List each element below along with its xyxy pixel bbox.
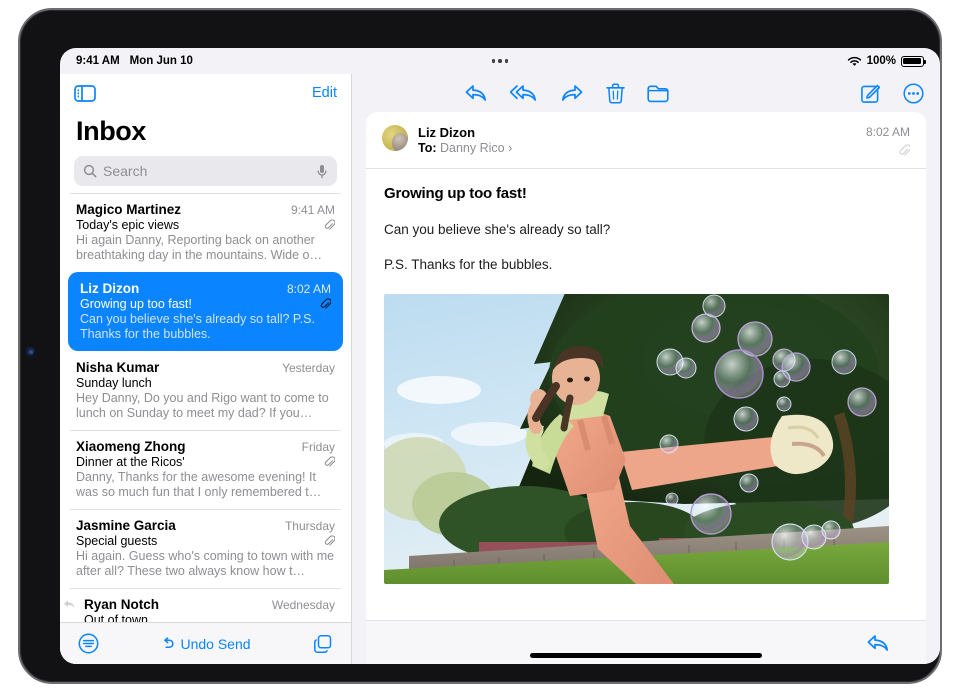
message-sender: Jasmine Garcia xyxy=(76,518,176,533)
multitasking-control[interactable] xyxy=(60,48,940,74)
attached-photo[interactable] xyxy=(384,294,889,584)
message-detail-pane: Liz Dizon To: Danny Rico › 8:02 AM Growi… xyxy=(352,74,940,664)
sidebar-top-bar: Edit xyxy=(60,74,351,112)
message-list-item[interactable]: Jasmine Garcia Thursday Special guests Hi a… xyxy=(70,509,341,588)
message-preview: Hi again. Guess who's coming to town wit… xyxy=(76,549,335,578)
message-date: Yesterday xyxy=(282,361,335,375)
mailbox-sidebar: Edit Inbox Search Magico Martinez 9:41 A… xyxy=(60,74,352,664)
message-preview: Hey Danny, Do you and Rigo want to come … xyxy=(76,391,329,420)
message-preview: Can you believe she's already so tall? P… xyxy=(80,312,315,341)
message-sender: Liz Dizon xyxy=(80,281,140,296)
paperclip-icon xyxy=(324,219,335,230)
message-subject: Sunday lunch xyxy=(76,376,152,390)
page-title: Inbox xyxy=(76,116,146,146)
message-list[interactable]: Magico Martinez 9:41 AM Today's epic views… xyxy=(60,193,351,622)
undo-send-label: Undo Send xyxy=(180,635,251,652)
avatar xyxy=(382,125,408,151)
undo-arrow-icon xyxy=(161,637,175,650)
message-date: Friday xyxy=(301,440,335,454)
sidebar-toggle-icon[interactable] xyxy=(74,84,96,102)
message-preview: Hi again Danny, Reporting back on anothe… xyxy=(76,233,322,262)
trash-icon[interactable] xyxy=(605,82,625,104)
message-date: 9:41 AM xyxy=(290,203,335,217)
search-icon xyxy=(83,164,97,178)
message-list-item[interactable]: Magico Martinez 9:41 AM Today's epic views… xyxy=(70,193,341,272)
folder-icon[interactable] xyxy=(647,84,669,103)
message-list-item[interactable]: Xiaomeng Zhong Friday Dinner at the Ricos'… xyxy=(70,430,341,509)
wifi-icon xyxy=(847,56,862,67)
message-subject: Growing up too fast! xyxy=(80,297,192,311)
message-time: 8:02 AM xyxy=(865,125,910,139)
microphone-icon[interactable] xyxy=(316,164,328,179)
message-body: Growing up too fast! Can you believe she… xyxy=(366,169,926,584)
edit-button[interactable]: Edit xyxy=(312,85,337,101)
battery-percent-label: 100% xyxy=(866,55,896,67)
chevron-right-icon: › xyxy=(508,141,513,155)
message-date: Wednesday xyxy=(271,598,335,612)
message-subject: Dinner at the Ricos' xyxy=(76,455,185,469)
message-paragraph: Can you believe she's already so tall? xyxy=(384,222,611,237)
new-window-icon[interactable] xyxy=(313,634,333,654)
replied-arrow-icon xyxy=(63,599,76,611)
message-header[interactable]: Liz Dizon To: Danny Rico › 8:02 AM xyxy=(366,112,926,169)
message-header-right: 8:02 AM xyxy=(866,125,910,157)
reply-icon[interactable] xyxy=(866,633,890,653)
search-container: Search xyxy=(60,147,351,193)
message-toolbar xyxy=(352,74,940,112)
message-sender: Nisha Kumar xyxy=(76,360,160,375)
message-sender: Xiaomeng Zhong xyxy=(76,439,186,454)
message-sender: Magico Martinez xyxy=(76,202,182,217)
message-preview: Danny, Thanks for the awesome evening! I… xyxy=(76,470,322,499)
paperclip-icon xyxy=(320,298,331,309)
sidebar-bottom-bar: Undo Send xyxy=(60,622,351,664)
recipient-name: Danny Rico xyxy=(440,141,505,155)
multitask-dots-icon[interactable] xyxy=(491,59,509,63)
toolbar-right-group xyxy=(860,82,924,104)
undo-send-button[interactable]: Undo Send xyxy=(161,635,251,652)
message-participants: Liz Dizon To: Danny Rico › xyxy=(418,125,856,155)
sender-name: Liz Dizon xyxy=(418,125,476,140)
reply-all-icon[interactable] xyxy=(509,83,538,103)
device-frame: 9:41 AM Mon Jun 10 100% Edit Inbox Searc… xyxy=(18,8,942,684)
home-indicator[interactable] xyxy=(352,653,940,658)
forward-icon[interactable] xyxy=(560,83,584,103)
status-bar: 9:41 AM Mon Jun 10 100% xyxy=(60,48,940,74)
paperclip-icon xyxy=(324,456,335,467)
search-input[interactable]: Search xyxy=(74,156,337,186)
message-card: Liz Dizon To: Danny Rico › 8:02 AM Growi… xyxy=(366,112,926,620)
search-placeholder: Search xyxy=(103,163,148,179)
message-subject: Today's epic views xyxy=(76,218,180,232)
message-subject: Out of town xyxy=(84,613,148,622)
message-date: Thursday xyxy=(284,519,335,533)
reply-icon[interactable] xyxy=(464,83,488,103)
message-list-item[interactable]: Ryan NotchWednesdayOut of townHowdy, nei… xyxy=(64,588,341,622)
message-actions-group xyxy=(464,82,669,104)
paperclip-icon xyxy=(866,144,910,157)
recipient-line[interactable]: To: Danny Rico › xyxy=(418,141,856,155)
compose-icon[interactable] xyxy=(860,83,881,104)
camera-indicator-dot xyxy=(26,347,35,356)
battery-icon xyxy=(901,55,926,67)
message-list-item[interactable]: Nisha Kumar Yesterday Sunday lunch Hey Dann… xyxy=(70,351,341,430)
split-view: Edit Inbox Search Magico Martinez 9:41 A… xyxy=(60,74,940,664)
paperclip-icon xyxy=(324,535,335,546)
more-ellipsis-icon[interactable] xyxy=(903,82,924,104)
message-list-item[interactable]: Liz Dizon 8:02 AM Growing up too fast! Can … xyxy=(68,272,343,351)
screen: 9:41 AM Mon Jun 10 100% Edit Inbox Searc… xyxy=(60,48,940,664)
message-sender: Ryan Notch xyxy=(84,597,160,612)
message-paragraph: P.S. Thanks for the bubbles. xyxy=(384,257,553,272)
message-subject: Special guests xyxy=(76,534,158,548)
to-label: To: xyxy=(418,141,437,155)
status-bar-right: 100% xyxy=(847,55,926,67)
filter-icon[interactable] xyxy=(78,633,99,654)
message-date: 8:02 AM xyxy=(286,282,331,296)
message-subject: Growing up too fast! xyxy=(384,185,527,202)
